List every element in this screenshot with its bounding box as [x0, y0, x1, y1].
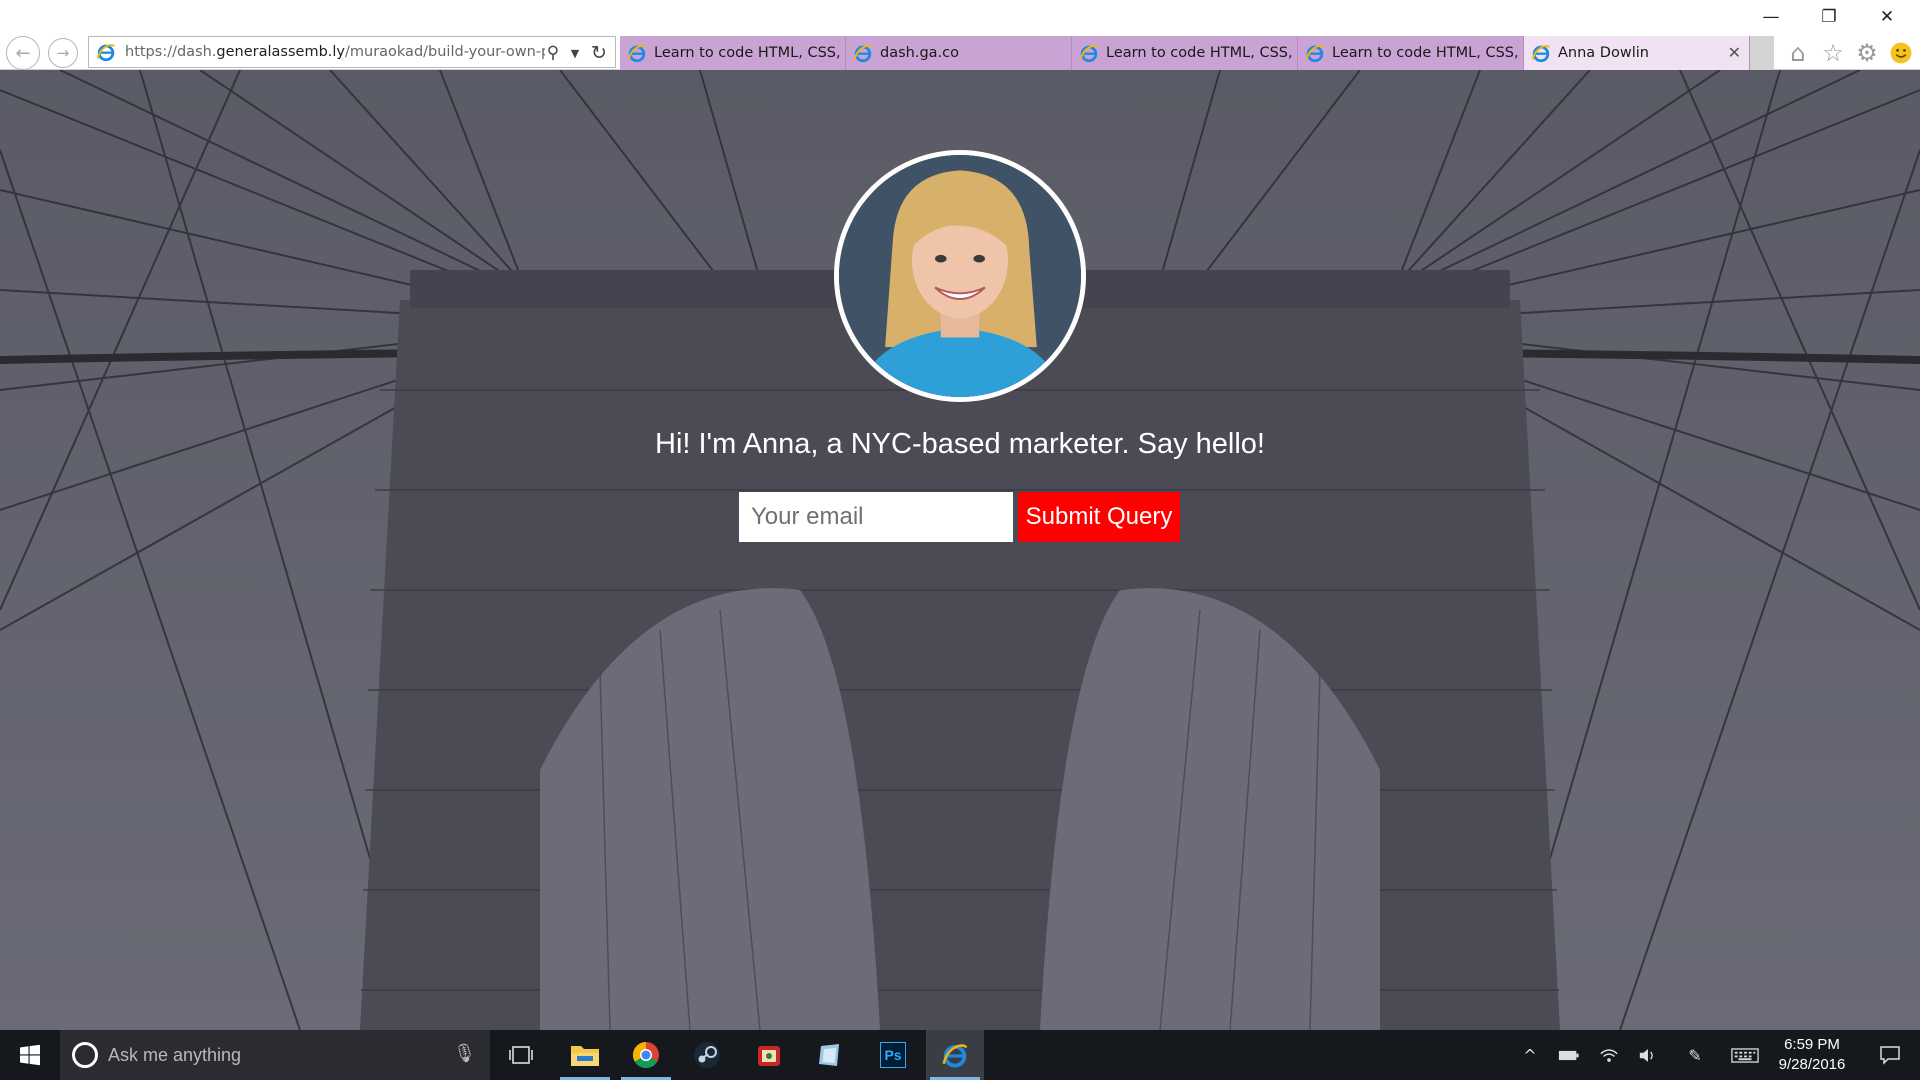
new-tab-button[interactable] [1750, 36, 1774, 70]
game-app-icon [758, 1046, 780, 1066]
tab-learn-to-code-2[interactable]: Learn to code HTML, CSS, a... [1072, 36, 1298, 70]
tab-strip: Learn to code HTML, CSS, a... dash.ga.co… [620, 36, 1769, 70]
folder-icon [571, 1046, 599, 1066]
internet-explorer-icon [942, 1044, 968, 1068]
page-headline: Hi! I'm Anna, a NYC-based marketer. Say … [655, 428, 1265, 460]
steam-icon [694, 1042, 720, 1068]
email-field[interactable] [739, 492, 1013, 542]
start-button[interactable] [0, 1030, 60, 1080]
battery-icon[interactable] [1557, 1044, 1581, 1066]
back-arrow-icon: ← [15, 42, 31, 64]
home-icon[interactable]: ⌂ [1783, 38, 1813, 68]
windows-taskbar: Ask me anything 🎙 Ps ^ ✎ 6:59 PM 9/28/20… [0, 1030, 1920, 1080]
tab-dash-ga[interactable]: dash.ga.co [846, 36, 1072, 70]
show-hidden-icons-chevron-icon[interactable]: ^ [1518, 1044, 1542, 1066]
photoshop-icon: Ps [880, 1042, 906, 1068]
taskbar-internet-explorer[interactable] [926, 1030, 984, 1080]
taskbar-clock[interactable]: 6:59 PM 9/28/2016 [1760, 1035, 1864, 1075]
settings-gear-icon[interactable]: ⚙ [1852, 38, 1882, 68]
ie-tab-icon [1304, 42, 1326, 64]
windows-logo-icon [20, 1044, 40, 1066]
pen-ink-icon[interactable]: ✎ [1683, 1044, 1707, 1066]
restore-icon: ❐ [1821, 7, 1837, 27]
ie-tab-icon [626, 42, 648, 64]
close-tab-icon[interactable]: ✕ [1728, 43, 1741, 62]
ie-site-icon [95, 41, 117, 63]
task-view-icon [509, 1046, 533, 1064]
tab-title: Anna Dowlin [1558, 45, 1649, 61]
favorites-star-icon[interactable]: ☆ [1818, 38, 1848, 68]
page-content: Hi! I'm Anna, a NYC-based marketer. Say … [0, 70, 1920, 1030]
tab-learn-to-code-3[interactable]: Learn to code HTML, CSS, a... [1298, 36, 1524, 70]
tab-anna-dowlin[interactable]: Anna Dowlin ✕ [1524, 36, 1750, 70]
notes-app-icon [819, 1044, 839, 1066]
window-titlebar: — ❐ ✕ [0, 0, 1920, 34]
feedback-smiley-icon[interactable] [1886, 38, 1916, 68]
clock-date: 9/28/2016 [1778, 1056, 1846, 1073]
tab-title: Learn to code HTML, CSS, a... [1106, 45, 1297, 61]
restore-button[interactable]: ❐ [1801, 0, 1857, 34]
submit-query-button[interactable]: Submit Query [1018, 492, 1180, 542]
microphone-icon[interactable]: 🎙 [453, 1043, 476, 1064]
ie-tab-icon [1530, 42, 1552, 64]
browser-nav-row: ← → https://dash.generalassemb.ly/muraok… [0, 34, 1920, 70]
url-text[interactable]: https://dash.generalassemb.ly/muraokad/b… [125, 44, 545, 60]
clock-time: 6:59 PM [1784, 1036, 1840, 1053]
forward-arrow-icon: → [56, 44, 70, 62]
close-icon: ✕ [1879, 7, 1895, 27]
search-placeholder: Ask me anything [108, 1044, 242, 1065]
minimize-button[interactable]: — [1743, 0, 1799, 34]
taskbar-photoshop[interactable]: Ps [864, 1030, 922, 1080]
profile-portrait-image [839, 155, 1081, 397]
url-domain: generalassemb.ly [216, 44, 345, 60]
taskbar-steam[interactable] [678, 1030, 736, 1080]
action-center-icon[interactable] [1866, 1040, 1914, 1070]
address-bar[interactable]: https://dash.generalassemb.ly/muraokad/b… [88, 36, 616, 68]
dropdown-arrow-icon[interactable]: ▼ [563, 41, 587, 65]
taskbar-game-app[interactable] [740, 1030, 798, 1080]
back-button[interactable]: ← [6, 36, 40, 70]
profile-photo [834, 150, 1086, 402]
url-path: /muraokad/build-your-own-pers [345, 44, 545, 60]
touch-keyboard-icon[interactable] [1730, 1044, 1760, 1066]
task-view-button[interactable] [492, 1030, 550, 1080]
taskbar-notes-app[interactable] [801, 1030, 859, 1080]
close-window-button[interactable]: ✕ [1859, 0, 1915, 34]
refresh-icon[interactable]: ↻ [587, 41, 611, 65]
url-prefix: https://dash. [125, 44, 217, 60]
ie-tab-icon [852, 42, 874, 64]
tab-learn-to-code-1[interactable]: Learn to code HTML, CSS, a... [620, 36, 846, 70]
volume-icon[interactable] [1636, 1044, 1660, 1066]
taskbar-file-explorer[interactable] [556, 1030, 614, 1080]
minimize-icon: — [1762, 7, 1780, 27]
search-icon[interactable]: ⚲ [541, 41, 565, 65]
wifi-icon[interactable] [1597, 1044, 1621, 1066]
tab-title: dash.ga.co [880, 45, 959, 61]
cortana-search-box[interactable]: Ask me anything 🎙 [60, 1030, 490, 1080]
taskbar-chrome[interactable] [617, 1030, 675, 1080]
cortana-icon [72, 1042, 98, 1068]
tab-title: Learn to code HTML, CSS, a... [1332, 45, 1523, 61]
tab-title: Learn to code HTML, CSS, a... [654, 45, 845, 61]
chrome-icon [632, 1041, 659, 1069]
forward-button[interactable]: → [48, 38, 78, 68]
ie-tab-icon [1078, 42, 1100, 64]
